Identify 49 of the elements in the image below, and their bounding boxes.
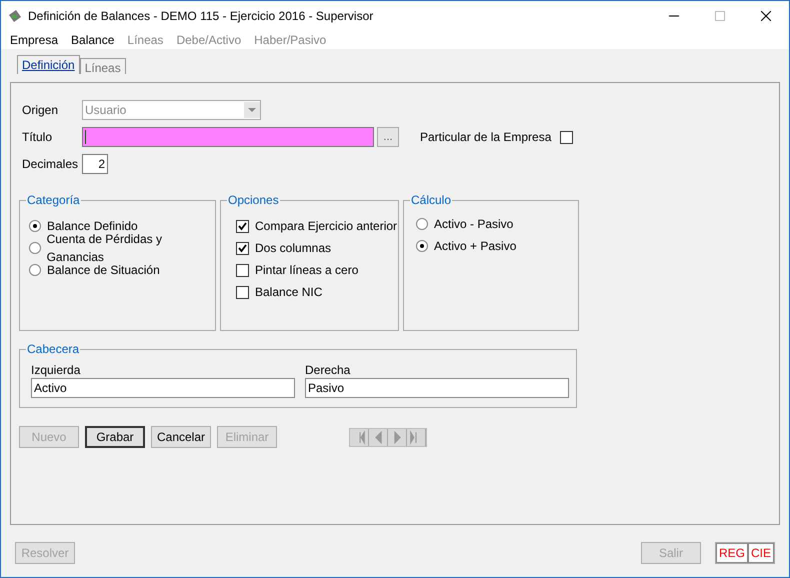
group-title: Categoría bbox=[26, 193, 81, 207]
menu-item[interactable]: Balance bbox=[71, 31, 114, 49]
field-label: Derecha bbox=[305, 363, 352, 378]
maximize-icon[interactable] bbox=[715, 11, 725, 21]
app-icon bbox=[8, 9, 22, 23]
window-title: Definición de Balances - DEMO 115 - Ejercicio 2016 - Supervisor bbox=[28, 8, 374, 25]
radio-button[interactable] bbox=[416, 218, 428, 230]
group-title: Cálculo bbox=[410, 193, 452, 207]
group-title: Opciones bbox=[227, 193, 280, 207]
group-title: Cabecera bbox=[26, 342, 80, 356]
checkbox[interactable] bbox=[236, 286, 249, 298]
action-button[interactable]: Cancelar bbox=[151, 426, 211, 448]
status-indicator: REG bbox=[716, 543, 748, 563]
checkbox[interactable] bbox=[236, 220, 249, 232]
browse-button[interactable]: ... bbox=[377, 127, 399, 147]
field-label: Particular de la Empresa bbox=[420, 129, 552, 146]
radio-button[interactable] bbox=[29, 264, 41, 276]
origen-dropdown[interactable]: Usuario bbox=[82, 100, 261, 120]
option-label: Activo - Pasivo bbox=[434, 216, 514, 233]
tab[interactable]: Líneas bbox=[80, 58, 126, 74]
option-label: Compara Ejercicio anterior bbox=[255, 218, 398, 235]
header-text-field[interactable]: Activo bbox=[31, 378, 295, 398]
radio-button[interactable] bbox=[416, 240, 428, 252]
option-label: Balance NIC bbox=[255, 284, 322, 301]
nav-arrow-icon[interactable] bbox=[407, 428, 426, 446]
tab[interactable]: Definición bbox=[17, 55, 80, 74]
checkbox[interactable] bbox=[236, 264, 249, 276]
option-label: Balance Definido bbox=[47, 218, 138, 234]
option-label: Pintar líneas a cero bbox=[255, 262, 358, 279]
option-label: Activo + Pasivo bbox=[434, 238, 516, 255]
menu-item[interactable]: Empresa bbox=[10, 31, 58, 49]
titulo-field[interactable] bbox=[82, 127, 374, 147]
record-navigator[interactable] bbox=[349, 428, 427, 446]
field-label: Título bbox=[22, 129, 54, 146]
radio-button[interactable] bbox=[29, 220, 41, 232]
option-label: Balance de Situación bbox=[47, 262, 160, 279]
action-button[interactable]: Grabar bbox=[85, 426, 145, 448]
field-label: Decimales bbox=[22, 156, 80, 173]
field-label: Origen bbox=[22, 102, 60, 119]
checkbox[interactable] bbox=[236, 242, 249, 254]
option-label: Cuenta de Pérdidas y Ganancias bbox=[46, 231, 163, 265]
decimales-field[interactable]: 2 bbox=[82, 154, 108, 174]
close-icon[interactable] bbox=[761, 11, 771, 21]
option-label: Dos columnas bbox=[255, 240, 332, 257]
header-text-field[interactable]: Pasivo bbox=[305, 378, 569, 398]
status-indicator: CIE bbox=[748, 543, 774, 563]
checkbox[interactable] bbox=[560, 130, 573, 144]
radio-button[interactable] bbox=[29, 242, 41, 254]
field-label: Izquierda bbox=[31, 363, 82, 378]
